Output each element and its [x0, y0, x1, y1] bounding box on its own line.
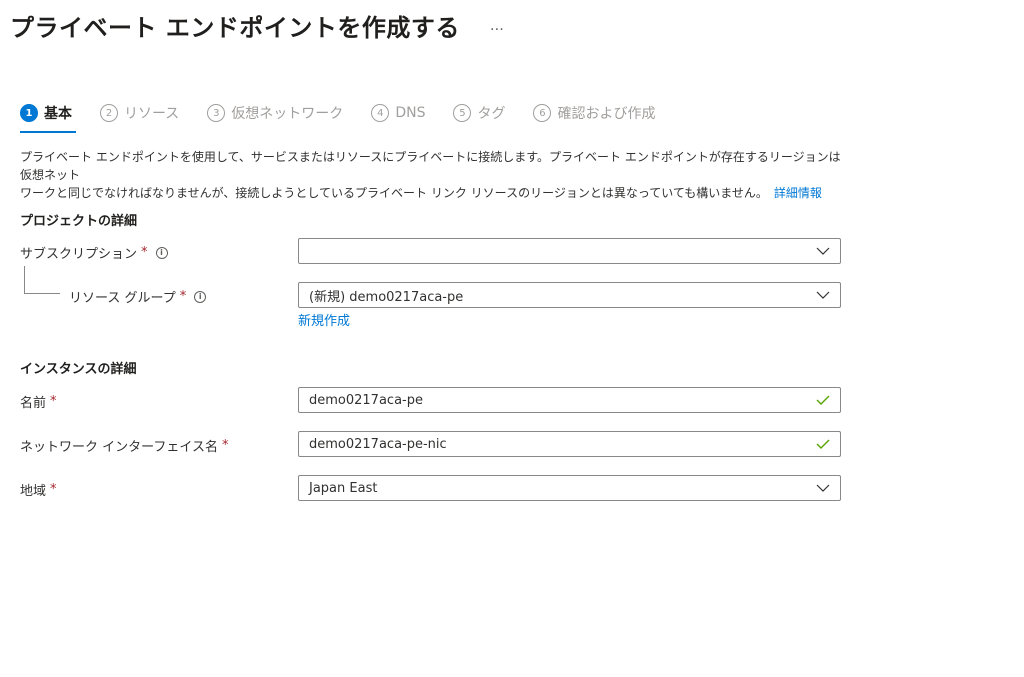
name-input[interactable]: demo0217aca-pe: [298, 387, 841, 413]
subscription-label-text: サブスクリプション: [20, 247, 138, 262]
tab-label: DNS: [395, 105, 426, 121]
required-mark: *: [141, 245, 148, 260]
chevron-down-icon: [816, 291, 830, 299]
checkmark-icon: [816, 439, 830, 449]
nic-name-label-text: ネットワーク インターフェイス名: [20, 440, 218, 455]
tab-label: 確認および作成: [557, 106, 656, 122]
tab-label: 基本: [44, 106, 72, 122]
step-number: 4: [371, 104, 390, 122]
region-label: 地域 *: [20, 480, 57, 499]
step-number: 1: [20, 104, 38, 122]
learn-more-link[interactable]: 詳細情報: [774, 186, 822, 200]
nic-name-value: demo0217aca-pe-nic: [309, 436, 447, 452]
subscription-label: サブスクリプション * i: [20, 243, 168, 262]
tree-connector-vertical: [24, 266, 25, 294]
region-label-text: 地域: [20, 484, 47, 499]
chevron-down-icon: [816, 484, 830, 492]
wizard-tabs: 1 基本 2 リソース 3 仮想ネットワーク 4 DNS 5 タグ 6 確認およ…: [20, 101, 683, 133]
tab-tags[interactable]: 5 タグ: [453, 101, 505, 125]
step-number: 5: [453, 104, 472, 122]
name-label-text: 名前: [20, 396, 47, 411]
info-icon[interactable]: i: [194, 290, 207, 303]
required-mark: *: [221, 438, 229, 453]
tab-virtual-network[interactable]: 3 仮想ネットワーク: [207, 101, 343, 125]
step-number: 2: [100, 104, 118, 122]
name-label: 名前 *: [20, 392, 57, 411]
tab-label: 仮想ネットワーク: [231, 106, 344, 122]
tab-dns[interactable]: 4 DNS: [371, 101, 425, 125]
subscription-dropdown[interactable]: [298, 238, 841, 264]
title-row: プライベート エンドポイントを作成する …: [10, 8, 504, 43]
required-mark: *: [179, 289, 187, 304]
resource-group-label-text: リソース グループ: [69, 291, 176, 306]
info-icon[interactable]: i: [155, 246, 168, 259]
tab-resource[interactable]: 2 リソース: [100, 101, 179, 125]
name-value: demo0217aca-pe: [309, 392, 423, 408]
tree-connector-horizontal: [24, 293, 60, 294]
tab-review-create[interactable]: 6 確認および作成: [533, 101, 655, 125]
nic-name-label: ネットワーク インターフェイス名 *: [20, 436, 228, 455]
create-new-link[interactable]: 新規作成: [298, 310, 350, 329]
region-value: Japan East: [309, 480, 378, 496]
step-number: 3: [207, 104, 226, 122]
required-mark: *: [50, 482, 57, 497]
description-line-1: プライベート エンドポイントを使用して、サービスまたはリソースにプライベートに接…: [20, 150, 841, 182]
project-details-heading: プロジェクトの詳細: [20, 214, 138, 229]
resource-group-value: (新規) demo0217aca-pe: [309, 289, 464, 305]
page-title: プライベート エンドポイントを作成する: [10, 14, 460, 42]
resource-group-label: リソース グループ * i: [69, 287, 207, 306]
resource-group-dropdown[interactable]: (新規) demo0217aca-pe: [298, 282, 841, 308]
instance-details-heading: インスタンスの詳細: [20, 362, 137, 377]
tab-label: リソース: [124, 106, 180, 122]
description-line-2-text: ワークと同じでなければなりませんが、接続しようとしているプライベート リンク リ…: [20, 186, 768, 200]
step-number: 6: [533, 104, 552, 122]
required-mark: *: [50, 394, 57, 409]
description: プライベート エンドポイントを使用して、サービスまたはリソースにプライベートに接…: [20, 148, 850, 202]
tab-basics[interactable]: 1 基本: [20, 101, 76, 133]
chevron-down-icon: [816, 247, 830, 255]
more-options-icon[interactable]: …: [490, 18, 504, 34]
description-line-2: ワークと同じでなければなりませんが、接続しようとしているプライベート リンク リ…: [20, 184, 850, 202]
tab-label: タグ: [477, 106, 506, 122]
region-dropdown[interactable]: Japan East: [298, 475, 841, 501]
checkmark-icon: [816, 395, 830, 405]
nic-name-input[interactable]: demo0217aca-pe-nic: [298, 431, 841, 457]
